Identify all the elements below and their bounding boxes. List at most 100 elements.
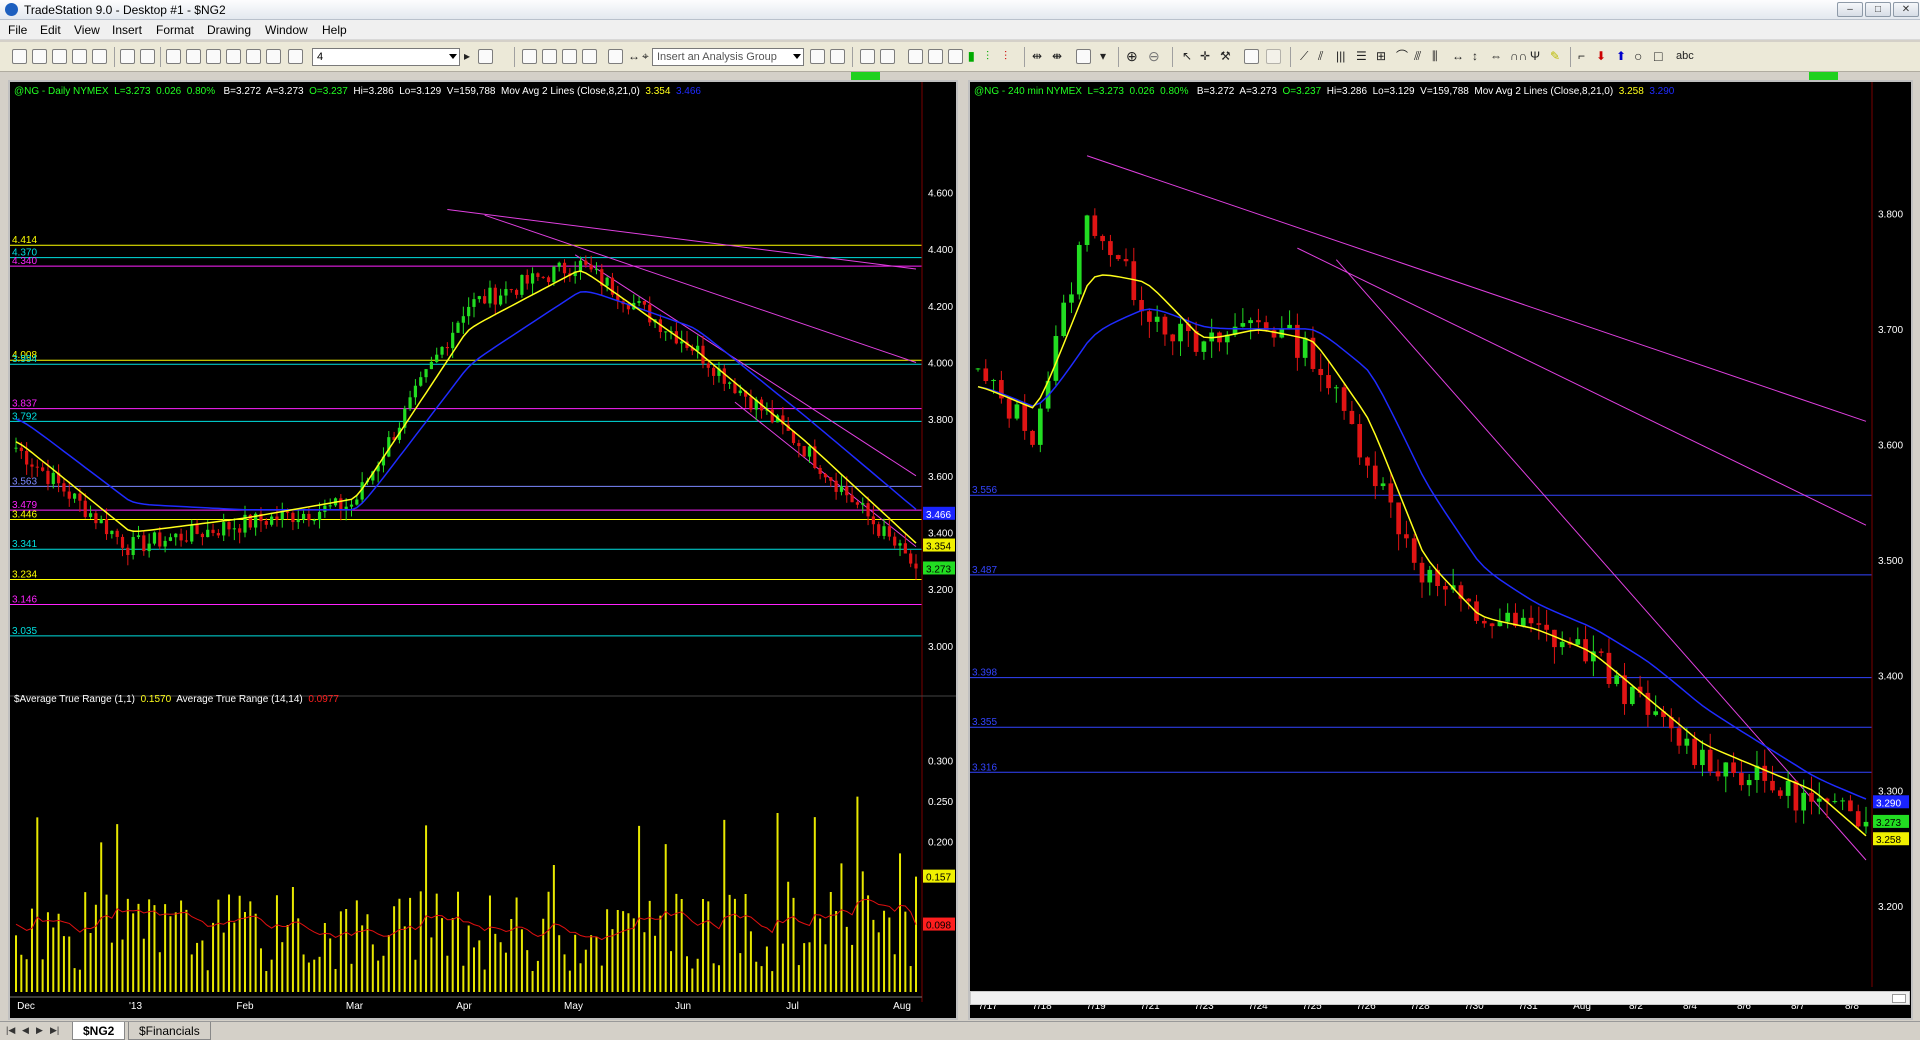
menu-window[interactable]: Window xyxy=(265,23,308,37)
prev-tab-button[interactable]: ◀ xyxy=(22,1025,29,1036)
fibonacci-icon[interactable]: ⊞ xyxy=(1376,49,1386,64)
candle xyxy=(861,503,865,505)
expand-icon[interactable]: ⇔ xyxy=(1490,49,1502,64)
cycle-icon[interactable]: ∩∩ xyxy=(1510,49,1527,64)
disabled-icon[interactable] xyxy=(1266,49,1281,64)
play-icon[interactable]: ▸ xyxy=(464,49,470,64)
zoom-out-icon[interactable]: ⊖ xyxy=(1148,49,1160,64)
vertical-arrow-icon[interactable]: ↕ xyxy=(1472,49,1478,64)
tab-financials[interactable]: $Financials xyxy=(128,1022,211,1040)
ohlc-down-icon[interactable]: ⫶ xyxy=(1004,49,1007,64)
chevron-down-icon[interactable] xyxy=(449,54,457,59)
color-icon[interactable] xyxy=(1076,49,1091,64)
pointer-icon[interactable]: ↖ xyxy=(1182,49,1192,64)
indicator-icon[interactable] xyxy=(246,49,261,64)
ohlc-up-icon[interactable]: ⫶ xyxy=(986,49,989,64)
strategy-icon[interactable] xyxy=(266,49,281,64)
copy-icon[interactable] xyxy=(166,49,181,64)
columns-icon[interactable] xyxy=(582,49,597,64)
window-link-indicator xyxy=(1809,72,1838,80)
line-chart-icon[interactable] xyxy=(948,49,963,64)
calculator-icon[interactable] xyxy=(206,49,221,64)
clipboard-icon[interactable] xyxy=(226,49,241,64)
list-icon[interactable] xyxy=(562,49,577,64)
daily-chart-window[interactable]: 4.414 4.370 4.340 4.008 3.994 3.837 3.792 3.563… xyxy=(8,80,958,1020)
folder-icon[interactable] xyxy=(92,49,107,64)
insert-group-icon[interactable] xyxy=(810,49,825,64)
last-tab-button[interactable]: ▶| xyxy=(50,1025,59,1036)
speedline-icon[interactable]: ⫼ xyxy=(1432,49,1438,64)
price-tick-label: 3.700 xyxy=(1878,325,1903,336)
pen-icon[interactable]: ✎ xyxy=(1550,49,1560,64)
close-button[interactable]: ✕ xyxy=(1893,2,1919,17)
first-tab-button[interactable]: |◀ xyxy=(6,1025,15,1036)
date-tick-label: Feb xyxy=(236,1001,254,1012)
remove-group-icon[interactable] xyxy=(830,49,845,64)
intraday-chart-window[interactable]: 3.556 3.487 3.398 3.355 3.316 3.800 3.700 3.60… xyxy=(968,80,1913,1020)
arc-icon[interactable]: ⌒ xyxy=(1396,49,1408,64)
curve-icon[interactable]: ⌐ xyxy=(1578,49,1585,64)
compress-icon[interactable]: ⇼ xyxy=(1052,49,1062,64)
open-icon[interactable] xyxy=(32,49,47,64)
table-icon[interactable] xyxy=(542,49,557,64)
ma-fast-line xyxy=(977,274,1867,837)
chevron-down-icon[interactable]: ▾ xyxy=(1100,49,1106,64)
horizontal-lines-icon[interactable]: ☰ xyxy=(1356,49,1367,64)
horizontal-scrollbar[interactable] xyxy=(970,991,1910,1005)
menu-insert[interactable]: Insert xyxy=(112,23,142,37)
print-preview-icon[interactable] xyxy=(140,49,155,64)
analysis-icon[interactable] xyxy=(608,49,623,64)
save-all-icon[interactable] xyxy=(72,49,87,64)
lock-icon[interactable] xyxy=(288,49,303,64)
ellipse-icon[interactable]: ○ xyxy=(1634,49,1642,64)
grid-icon[interactable] xyxy=(522,49,537,64)
menu-help[interactable]: Help xyxy=(322,23,347,37)
chart-settings-icon[interactable] xyxy=(860,49,875,64)
arrow-up-icon[interactable]: ⬆ xyxy=(1616,49,1626,64)
print-icon[interactable] xyxy=(120,49,135,64)
parallel-lines-icon[interactable]: ⫽ xyxy=(1318,49,1323,64)
text-tool-icon[interactable]: abc xyxy=(1676,49,1694,64)
new-icon[interactable] xyxy=(12,49,27,64)
candle xyxy=(206,529,210,538)
rectangle-icon[interactable]: □ xyxy=(1654,49,1662,64)
crosshair-icon[interactable]: ✛ xyxy=(1200,49,1210,64)
properties-icon[interactable] xyxy=(1244,49,1259,64)
pitchfork-icon[interactable]: Ψ xyxy=(1530,49,1540,64)
window-icon[interactable] xyxy=(186,49,201,64)
zoom-in-icon[interactable]: ⊕ xyxy=(1126,49,1138,64)
save-icon[interactable] xyxy=(52,49,67,64)
cursor-icon[interactable]: ⌖ xyxy=(642,49,649,64)
arrow-down-icon[interactable]: ⬇ xyxy=(1596,49,1606,64)
menu-drawing[interactable]: Drawing xyxy=(207,23,251,37)
trendline xyxy=(484,214,917,363)
chevron-down-icon[interactable] xyxy=(793,54,801,59)
candle xyxy=(1404,534,1409,539)
menu-view[interactable]: View xyxy=(74,23,100,37)
candle xyxy=(738,390,742,394)
scrollbar-thumb[interactable] xyxy=(1892,994,1906,1003)
trendline-icon[interactable]: ⟋ xyxy=(1300,49,1308,64)
bar-chart-icon[interactable] xyxy=(908,49,923,64)
trendline xyxy=(574,254,917,477)
menu-file[interactable]: File xyxy=(8,23,27,37)
chart-style-icon[interactable] xyxy=(880,49,895,64)
minimize-button[interactable]: – xyxy=(1837,2,1863,17)
candle-chart-icon[interactable] xyxy=(928,49,943,64)
gann-fan-icon[interactable]: ⫻ xyxy=(1414,49,1421,64)
horizontal-arrow-icon[interactable]: ↔ xyxy=(1452,49,1464,64)
range-icon[interactable]: ⇹ xyxy=(1032,49,1042,64)
next-tab-button[interactable]: ▶ xyxy=(36,1025,43,1036)
menu-edit[interactable]: Edit xyxy=(40,23,61,37)
analysis-group-combo[interactable]: Insert an Analysis Group xyxy=(652,48,804,66)
tools-icon[interactable]: ⚒ xyxy=(1220,49,1231,64)
candle xyxy=(1061,302,1067,337)
vertical-lines-icon[interactable]: ||| xyxy=(1336,49,1345,64)
tab-ng2[interactable]: $NG2 xyxy=(72,1022,126,1040)
maximize-button[interactable]: □ xyxy=(1865,2,1891,17)
candle-up-icon[interactable]: ▮ xyxy=(968,49,975,64)
interval-combo[interactable]: 4 xyxy=(312,48,460,66)
go-icon[interactable] xyxy=(478,49,493,64)
arrow-icon[interactable]: ↔ xyxy=(628,49,640,64)
menu-format[interactable]: Format xyxy=(156,23,194,37)
